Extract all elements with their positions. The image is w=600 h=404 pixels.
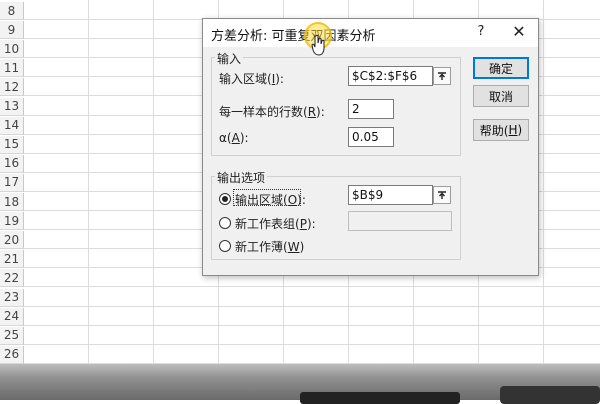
collapse-dialog-icon bbox=[438, 191, 446, 199]
help-button[interactable]: 帮助(H) bbox=[473, 119, 529, 141]
row-header[interactable]: 18 bbox=[0, 193, 24, 211]
grid-row[interactable] bbox=[24, 308, 600, 326]
new-worksheet-label[interactable]: 新工作表组(P): bbox=[235, 215, 316, 232]
cancel-button[interactable]: 取消 bbox=[473, 85, 529, 107]
output-range-label[interactable]: 输出区域(O): bbox=[235, 191, 306, 208]
row-header[interactable]: 12 bbox=[0, 78, 24, 97]
alpha-field[interactable]: 0.05 bbox=[348, 127, 394, 147]
row-header[interactable]: 15 bbox=[0, 135, 24, 154]
dialog-title: 方差分析: 可重复双因素分析 bbox=[211, 29, 376, 44]
help-icon[interactable]: ? bbox=[473, 24, 489, 42]
input-group-label: 输入 bbox=[215, 50, 244, 67]
row-header[interactable]: 8 bbox=[0, 2, 24, 20]
rows-per-sample-label: 每一样本的行数(R): bbox=[219, 105, 325, 119]
new-worksheet-name-field[interactable] bbox=[348, 211, 452, 231]
row-header[interactable]: 23 bbox=[0, 288, 24, 307]
collapse-dialog-icon bbox=[438, 72, 446, 80]
row-header[interactable]: 16 bbox=[0, 154, 24, 173]
output-range-radio[interactable] bbox=[219, 193, 231, 205]
input-range-field[interactable]: $C$2:$F$6 bbox=[348, 66, 433, 86]
dialog-titlebar[interactable]: 方差分析: 可重复双因素分析 ? ✕ bbox=[203, 19, 538, 47]
new-worksheet-radio[interactable] bbox=[219, 217, 231, 229]
row-header[interactable]: 21 bbox=[0, 250, 24, 269]
ok-button[interactable]: 确定 bbox=[473, 57, 529, 79]
row-header[interactable]: 17 bbox=[0, 173, 24, 192]
video-background-strip bbox=[0, 364, 600, 404]
output-range-collapse-button[interactable] bbox=[433, 186, 451, 204]
output-range-field[interactable]: $B$9 bbox=[348, 185, 433, 205]
row-header[interactable]: 9 bbox=[0, 21, 24, 40]
close-icon[interactable]: ✕ bbox=[509, 22, 529, 42]
row-header[interactable]: 25 bbox=[0, 326, 24, 345]
output-group-label: 输出选项 bbox=[215, 169, 268, 186]
background-object bbox=[300, 392, 460, 404]
alpha-label: α(A): bbox=[219, 131, 249, 145]
new-workbook-radio[interactable] bbox=[219, 240, 231, 252]
row-header[interactable]: 11 bbox=[0, 59, 24, 78]
input-range-collapse-button[interactable] bbox=[433, 67, 451, 85]
row-header[interactable]: 26 bbox=[0, 345, 24, 364]
background-object bbox=[500, 386, 600, 404]
row-header[interactable]: 10 bbox=[0, 40, 24, 59]
row-header[interactable]: 19 bbox=[0, 212, 24, 231]
anova-two-factor-dialog: 方差分析: 可重复双因素分析 ? ✕ 输入 输入区域(I): $C$2:$F$6… bbox=[202, 18, 539, 276]
rows-per-sample-field[interactable]: 2 bbox=[348, 99, 394, 119]
grid-row[interactable] bbox=[24, 327, 600, 345]
row-header[interactable]: 13 bbox=[0, 97, 24, 116]
mouse-pointer-icon bbox=[311, 34, 325, 56]
row-header[interactable]: 22 bbox=[0, 269, 24, 288]
row-header[interactable]: 14 bbox=[0, 116, 24, 135]
row-header[interactable]: 24 bbox=[0, 307, 24, 326]
grid-row[interactable] bbox=[24, 289, 600, 307]
new-workbook-label[interactable]: 新工作薄(W) bbox=[235, 238, 304, 255]
input-range-label: 输入区域(I): bbox=[219, 72, 284, 86]
row-header[interactable]: 20 bbox=[0, 231, 24, 250]
grid-row[interactable] bbox=[24, 346, 600, 364]
